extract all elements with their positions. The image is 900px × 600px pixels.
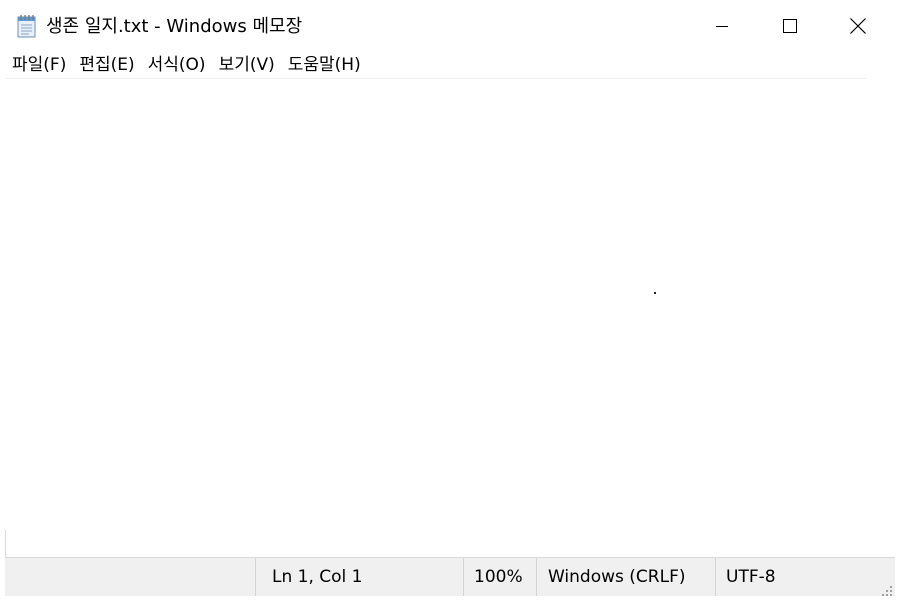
text-editor[interactable] [6,79,896,557]
editor-border [5,530,6,558]
minimize-icon [714,18,730,34]
maximize-button[interactable] [756,0,824,52]
status-separator [463,558,464,596]
menu-file[interactable]: 파일(F) [6,53,73,77]
resize-grip-icon[interactable] [881,582,893,596]
close-icon [849,17,867,35]
menu-edit[interactable]: 편집(E) [73,53,141,77]
menu-format[interactable]: 서식(O) [142,53,213,77]
status-encoding: UTF-8 [726,567,776,587]
notepad-window: 생존 일지.txt - Windows 메모장 파일(F) 편집(E) 서식(O… [0,0,900,600]
title-bar[interactable]: 생존 일지.txt - Windows 메모장 [0,0,900,52]
window-title: 생존 일지.txt - Windows 메모장 [46,16,303,37]
menu-view[interactable]: 보기(V) [213,53,282,77]
status-cursor-position: Ln 1, Col 1 [272,567,363,587]
status-line-ending: Windows (CRLF) [548,567,686,587]
minimize-button[interactable] [688,0,756,52]
status-separator [715,558,716,596]
status-bar: Ln 1, Col 1 100% Windows (CRLF) UTF-8 [5,557,895,596]
notepad-icon[interactable] [16,14,38,38]
status-zoom: 100% [474,567,523,587]
status-separator [255,558,256,596]
menu-help[interactable]: 도움말(H) [282,53,368,77]
status-separator [536,558,537,596]
close-button[interactable] [824,0,892,52]
text-cursor-mark [654,292,656,294]
menu-bar: 파일(F) 편집(E) 서식(O) 보기(V) 도움말(H) [6,52,866,79]
maximize-icon [782,18,798,34]
